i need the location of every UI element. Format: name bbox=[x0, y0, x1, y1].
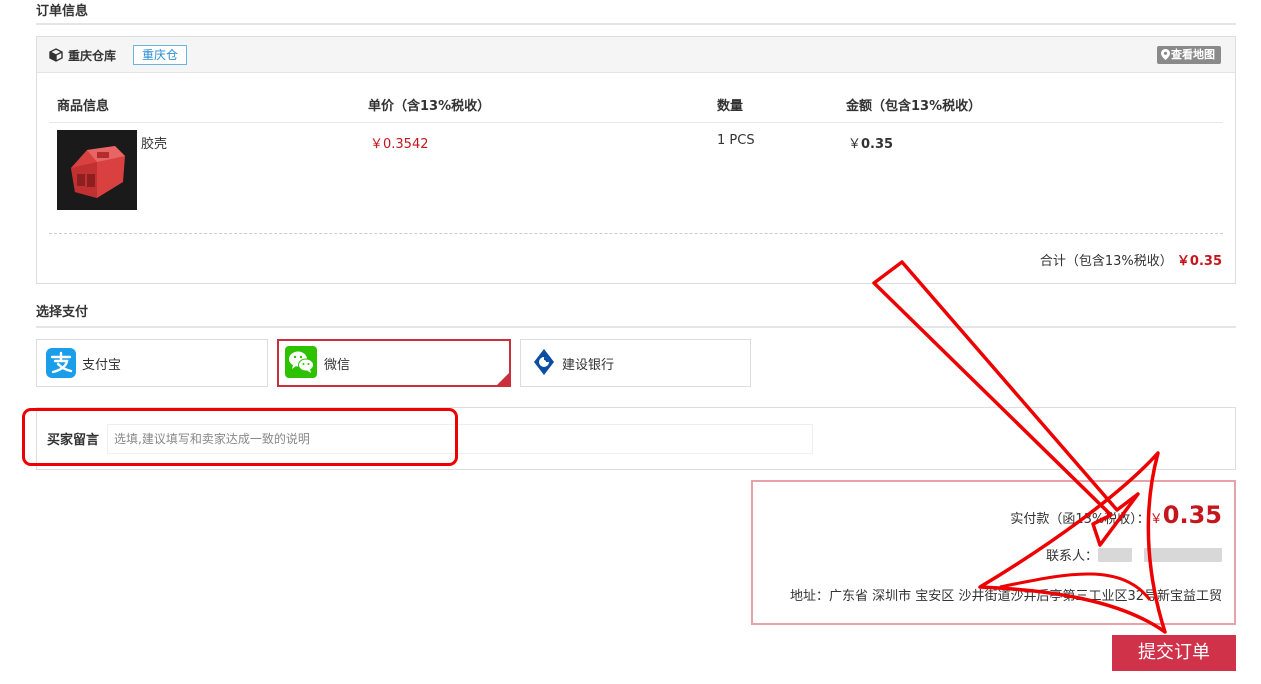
payment-option-wechat[interactable]: 微信 bbox=[277, 339, 511, 387]
section-divider bbox=[36, 23, 1236, 25]
total-label: 合计（包含13%税收） bbox=[1039, 254, 1173, 269]
product-image[interactable] bbox=[57, 130, 137, 210]
address-line: 地址：广东省 深圳市 宝安区 沙井街道沙井后亭第三工业区32号新宝益工贸 bbox=[790, 589, 1222, 604]
payable-currency: ￥ bbox=[1149, 512, 1163, 527]
selected-check-icon bbox=[497, 373, 509, 385]
view-map-label: 查看地图 bbox=[1171, 48, 1215, 61]
contact-label: 联系人： bbox=[1045, 549, 1098, 564]
payment-option-label: 建设银行 bbox=[562, 358, 615, 373]
col-product-info: 商品信息 bbox=[57, 99, 110, 114]
submit-order-button[interactable]: 提交订单 bbox=[1112, 635, 1236, 671]
payable-label: 实付款（函13%税收）： bbox=[1010, 512, 1150, 527]
contact-line: 联系人： bbox=[1046, 545, 1222, 564]
payable-amount: 0.35 bbox=[1162, 501, 1222, 529]
order-section-title: 订单信息 bbox=[36, 4, 89, 19]
buyer-message-box: 买家留言 bbox=[36, 407, 1236, 470]
alipay-icon bbox=[46, 348, 76, 378]
payment-option-label: 支付宝 bbox=[82, 358, 122, 373]
buyer-message-label: 买家留言 bbox=[47, 433, 100, 448]
total-value: ￥0.35 bbox=[1176, 254, 1222, 269]
blurred-contact-name bbox=[1098, 548, 1132, 562]
map-pin-icon bbox=[1161, 49, 1170, 60]
col-quantity: 数量 bbox=[717, 99, 744, 114]
package-icon bbox=[49, 48, 63, 62]
order-box: 重庆仓库 重庆仓 查看地图 商品信息 单价（含13%税收） 数量 金额（包含13… bbox=[36, 36, 1236, 284]
quantity: 1 PCS bbox=[717, 133, 755, 148]
line-amount: ￥0.35 bbox=[848, 133, 893, 152]
buyer-message-input[interactable] bbox=[107, 424, 813, 454]
wechat-icon bbox=[285, 346, 317, 378]
dashed-divider bbox=[49, 233, 1223, 234]
view-map-button[interactable]: 查看地图 bbox=[1157, 46, 1221, 64]
payment-option-label: 微信 bbox=[324, 358, 351, 373]
payment-summary: 实付款（函13%税收）：￥0.35 联系人： 地址：广东省 深圳市 宝安区 沙井… bbox=[751, 480, 1236, 625]
product-name[interactable]: 胶壳 bbox=[141, 133, 167, 152]
payment-option-alipay[interactable]: 支付宝 bbox=[36, 339, 268, 387]
line-amount-currency: ￥ bbox=[848, 137, 862, 152]
header-divider bbox=[49, 122, 1223, 123]
payment-section-title: 选择支付 bbox=[36, 305, 89, 320]
warehouse-header: 重庆仓库 重庆仓 查看地图 bbox=[37, 37, 1235, 73]
blurred-contact-phone bbox=[1144, 548, 1222, 562]
col-unit-price: 单价（含13%税收） bbox=[368, 99, 491, 114]
payable-line: 实付款（函13%税收）：￥0.35 bbox=[1010, 501, 1222, 529]
col-amount: 金额（包含13%税收） bbox=[846, 99, 982, 114]
section-divider bbox=[36, 326, 1236, 328]
unit-price: ￥0.3542 bbox=[370, 137, 429, 152]
ccb-icon bbox=[534, 349, 554, 375]
warehouse-name: 重庆仓库 bbox=[68, 49, 117, 63]
warehouse-tag: 重庆仓 bbox=[133, 45, 188, 65]
payment-option-ccb[interactable]: 建设银行 bbox=[520, 339, 751, 387]
order-total: 合计（包含13%税收） ￥0.35 bbox=[1040, 250, 1222, 269]
line-amount-value: 0.35 bbox=[861, 137, 894, 152]
